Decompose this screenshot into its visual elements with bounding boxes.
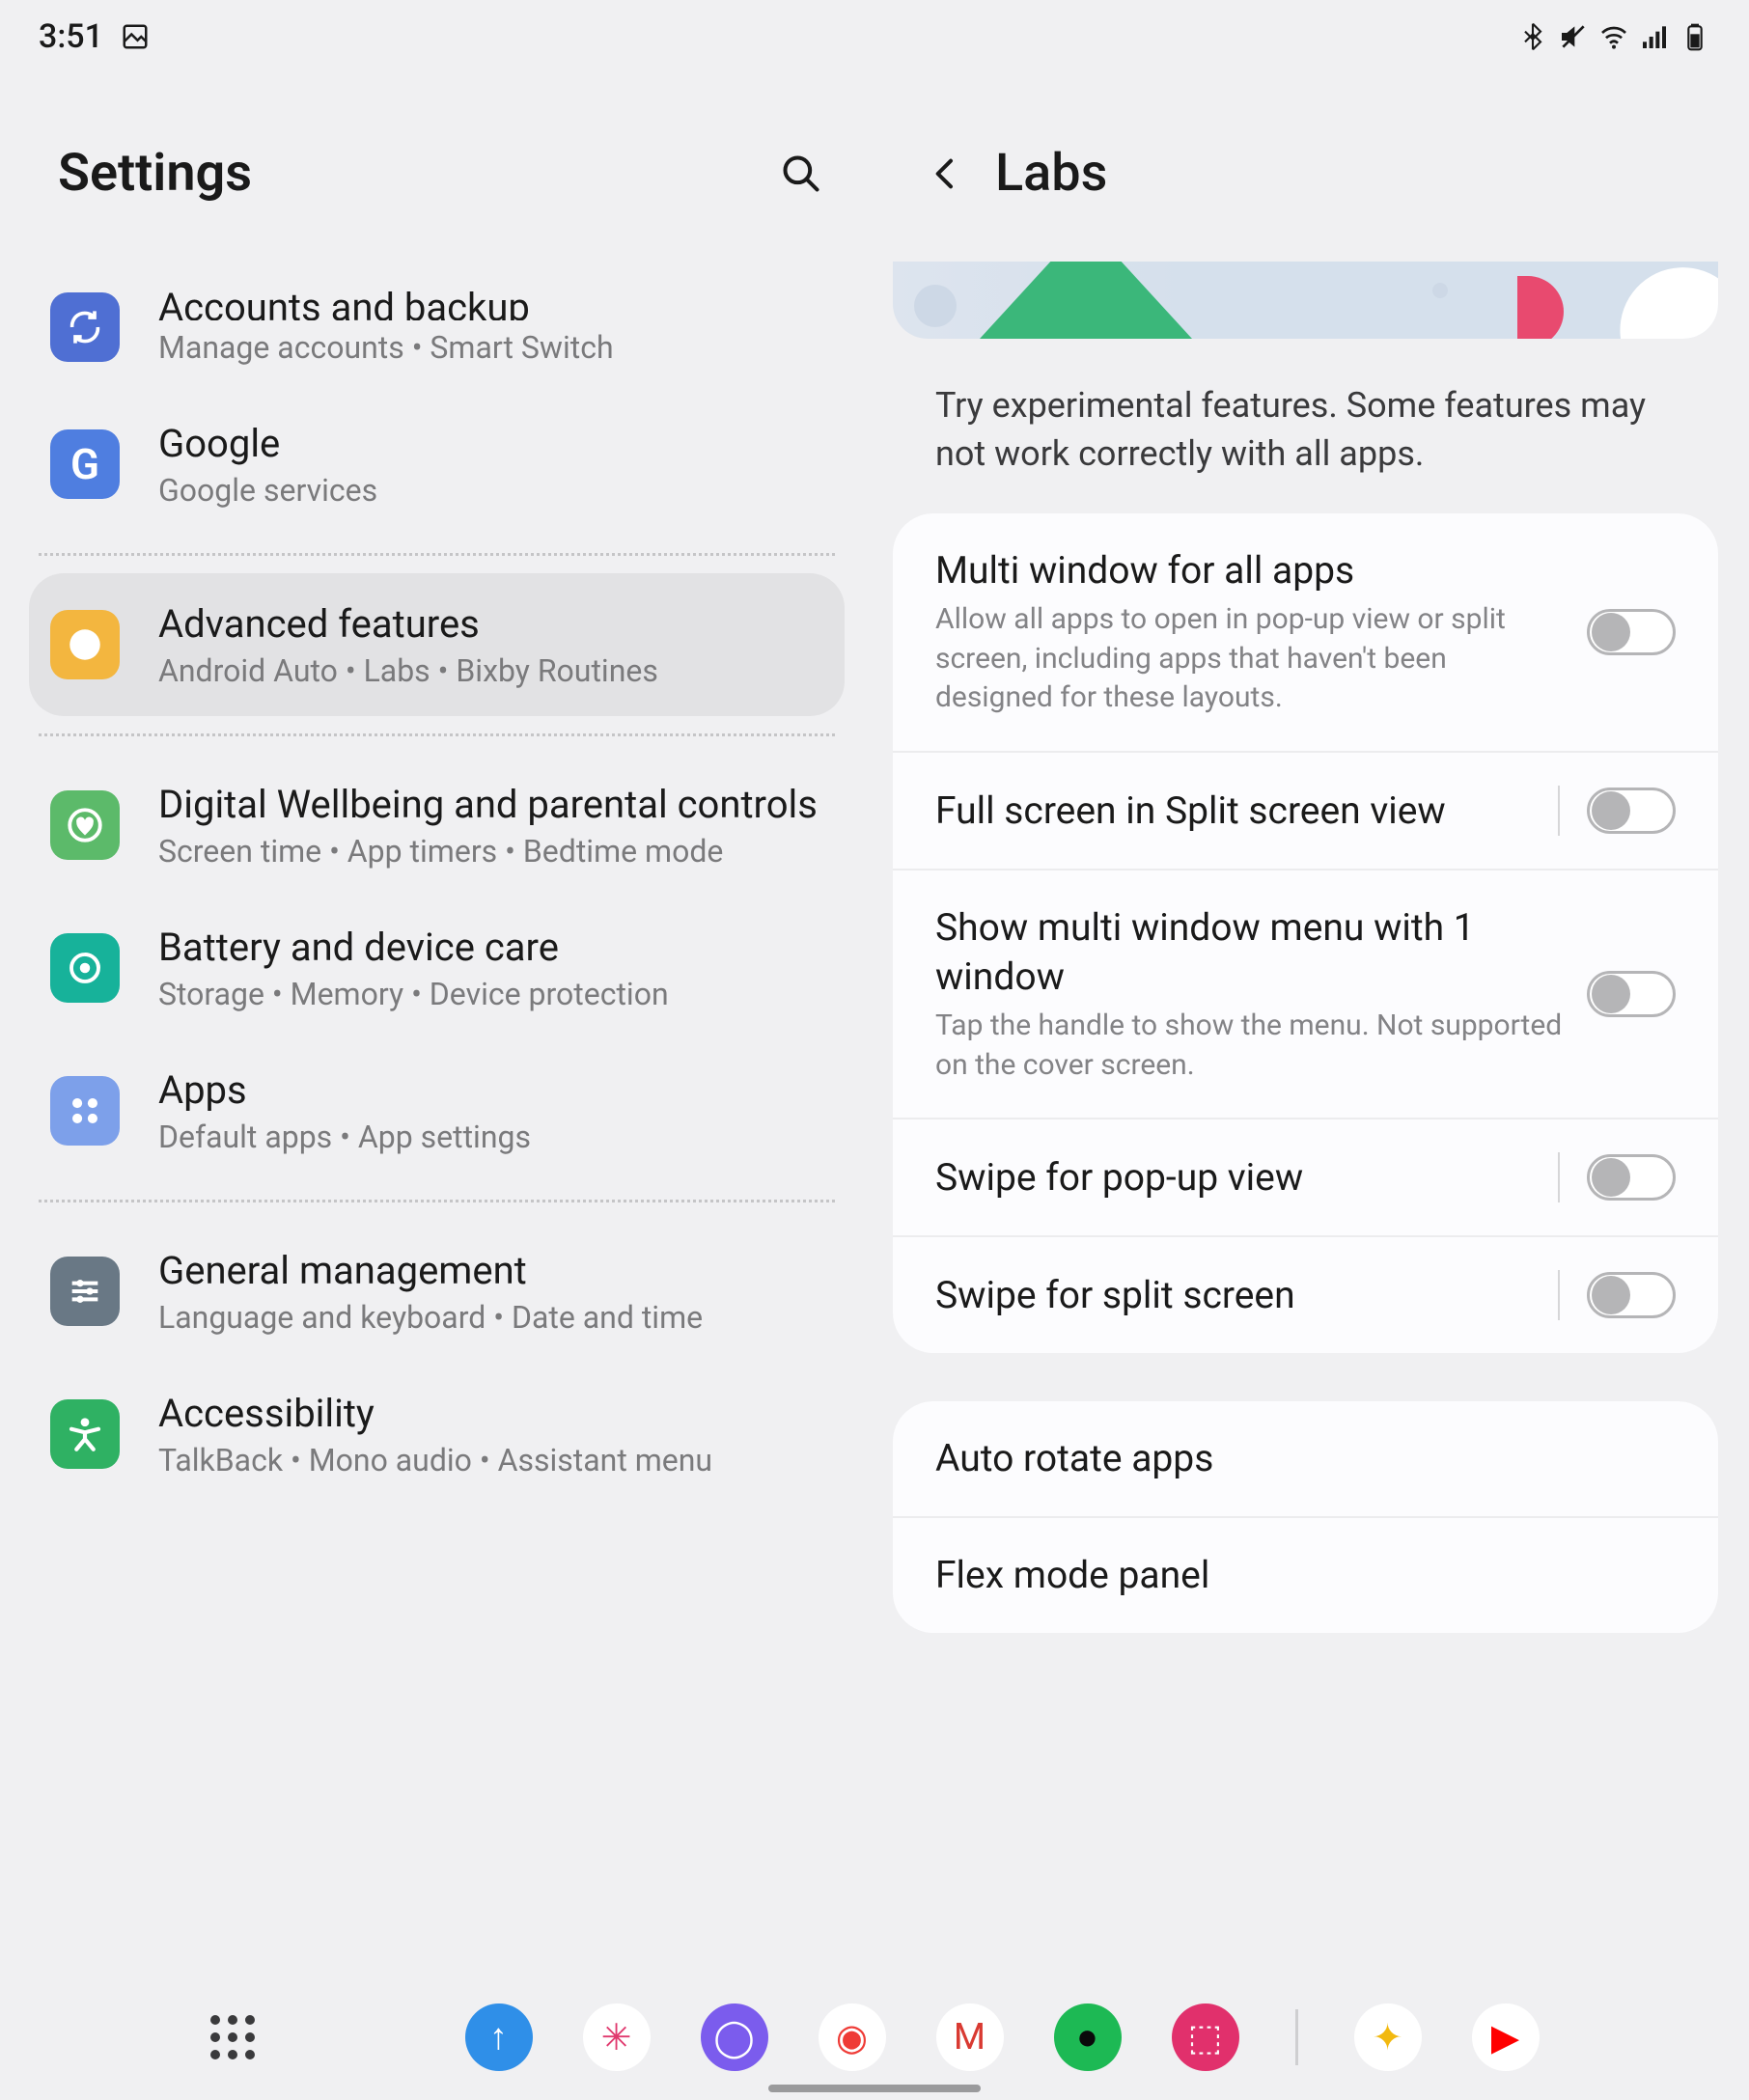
labs-detail-pane: Labs Try experimental features. Some fea…: [874, 66, 1747, 1992]
labs-row-show-multi-window-menu-with-window[interactable]: Show multi window menu with 1 window Tap…: [893, 869, 1718, 1118]
back-button[interactable]: [922, 150, 970, 198]
browser-app[interactable]: ◯: [701, 2003, 768, 2071]
toggle-switch[interactable]: [1587, 1272, 1676, 1318]
screenshot-indicator-icon: [121, 22, 150, 51]
item-title: Accessibility: [158, 1390, 823, 1438]
settings-item-digital-wellbeing-and-parental-controls[interactable]: Digital Wellbeing and parental controls …: [29, 754, 845, 897]
chevron-left-icon: [927, 154, 965, 193]
bluetooth-icon: [1517, 21, 1548, 52]
labs-intro-text: Try experimental features. Some features…: [893, 381, 1718, 513]
row-title: Flex mode panel: [935, 1551, 1656, 1600]
labs-row-swipe-for-split-screen[interactable]: Swipe for split screen: [893, 1235, 1718, 1353]
settings-item-apps[interactable]: Apps Default apps • App settings: [29, 1039, 845, 1182]
battery-icon: [1680, 21, 1710, 52]
row-title: Show multi window menu with 1 window: [935, 903, 1568, 1001]
toggle-switch[interactable]: [1587, 609, 1676, 655]
sync-icon: [50, 292, 120, 362]
settings-list-pane: Settings Accounts and backup Manage acco…: [0, 66, 874, 1992]
settings-title: Settings: [58, 143, 252, 204]
instagram-app[interactable]: ⬚: [1172, 2003, 1239, 2071]
item-subtitle: Google services: [158, 472, 823, 509]
taskbar: ↑ ✳ ◯ ◉ M ● ⬚ ✦ ▶: [0, 1984, 1749, 2100]
settings-item-advanced-features[interactable]: Advanced features Android Auto • Labs • …: [29, 573, 845, 716]
device-care-icon: [50, 933, 120, 1003]
settings-item-google[interactable]: G Google Google services: [29, 393, 845, 536]
search-button[interactable]: [777, 150, 825, 198]
accessibility-icon: [50, 1399, 120, 1469]
item-subtitle: TalkBack • Mono audio • Assistant menu: [158, 1442, 823, 1478]
labs-row-swipe-for-pop-up-view[interactable]: Swipe for pop-up view: [893, 1118, 1718, 1235]
google-icon: G: [50, 429, 120, 499]
section-divider: [39, 1200, 835, 1202]
settings-item-accessibility[interactable]: Accessibility TalkBack • Mono audio • As…: [29, 1363, 845, 1506]
row-desc: Tap the handle to show the menu. Not sup…: [935, 1007, 1568, 1085]
labs-row-flex-mode-panel[interactable]: Flex mode panel: [893, 1516, 1718, 1633]
signal-icon: [1639, 21, 1670, 52]
labs-title: Labs: [995, 143, 1107, 204]
item-subtitle: Storage • Memory • Device protection: [158, 976, 823, 1012]
item-title: Google: [158, 420, 823, 468]
item-title: General management: [158, 1247, 823, 1295]
item-subtitle: Manage accounts • Smart Switch: [158, 329, 823, 366]
vertical-divider: [1558, 1152, 1560, 1202]
labs-row-multi-window-for-all-apps[interactable]: Multi window for all apps Allow all apps…: [893, 513, 1718, 751]
row-desc: Allow all apps to open in pop-up view or…: [935, 600, 1568, 718]
item-subtitle: Screen time • App timers • Bedtime mode: [158, 833, 823, 870]
row-title: Swipe for split screen: [935, 1271, 1539, 1320]
spotify-app[interactable]: ●: [1054, 2003, 1122, 2071]
wifi-icon: [1598, 21, 1629, 52]
row-title: Swipe for pop-up view: [935, 1153, 1539, 1202]
sliders-icon: [50, 1257, 120, 1326]
labs-row-full-screen-in-split-screen-view[interactable]: Full screen in Split screen view: [893, 751, 1718, 869]
mute-icon: [1558, 21, 1589, 52]
toggle-switch[interactable]: [1587, 1154, 1676, 1201]
search-icon: [780, 152, 822, 195]
item-subtitle: Android Auto • Labs • Bixby Routines: [158, 652, 823, 689]
apps-icon: [50, 1076, 120, 1146]
section-divider: [39, 733, 835, 736]
row-title: Full screen in Split screen view: [935, 787, 1539, 836]
item-title: Apps: [158, 1066, 823, 1115]
gmail-app[interactable]: M: [936, 2003, 1004, 2071]
toggle-switch[interactable]: [1587, 971, 1676, 1017]
taskbar-divider: [1295, 2009, 1298, 2065]
home-indicator[interactable]: [768, 2085, 981, 2092]
vertical-divider: [1558, 1270, 1560, 1320]
item-title: Accounts and backup: [158, 284, 823, 320]
status-time: 3:51: [39, 17, 103, 56]
photos-app[interactable]: ✦: [1354, 2003, 1422, 2071]
youtube-app[interactable]: ▶: [1472, 2003, 1540, 2071]
gear-plus-icon: [50, 610, 120, 679]
vertical-divider: [1558, 786, 1560, 836]
pocketcasts-app[interactable]: ◉: [819, 2003, 886, 2071]
app-drawer-button[interactable]: [210, 2015, 255, 2059]
item-title: Digital Wellbeing and parental controls: [158, 781, 823, 829]
labs-banner: [893, 262, 1718, 339]
toggle-switch[interactable]: [1587, 788, 1676, 834]
section-divider: [39, 553, 835, 556]
settings-item-general-management[interactable]: General management Language and keyboard…: [29, 1220, 845, 1363]
settings-item-battery-and-device-care[interactable]: Battery and device care Storage • Memory…: [29, 897, 845, 1039]
labs-link-group: Auto rotate apps Flex mode panel: [893, 1401, 1718, 1632]
wellbeing-icon: [50, 790, 120, 860]
labs-row-auto-rotate-apps[interactable]: Auto rotate apps: [893, 1401, 1718, 1516]
row-title: Auto rotate apps: [935, 1434, 1656, 1483]
item-title: Advanced features: [158, 600, 823, 649]
item-subtitle: Default apps • App settings: [158, 1119, 823, 1155]
status-bar: 3:51: [0, 0, 1749, 66]
upload-app[interactable]: ↑: [465, 2003, 533, 2071]
item-subtitle: Language and keyboard • Date and time: [158, 1299, 823, 1336]
labs-toggle-group: Multi window for all apps Allow all apps…: [893, 513, 1718, 1354]
row-title: Multi window for all apps: [935, 546, 1568, 595]
item-title: Battery and device care: [158, 924, 823, 972]
settings-item-accounts-and-backup[interactable]: Accounts and backup Manage accounts • Sm…: [29, 262, 845, 393]
slack-app[interactable]: ✳: [583, 2003, 651, 2071]
